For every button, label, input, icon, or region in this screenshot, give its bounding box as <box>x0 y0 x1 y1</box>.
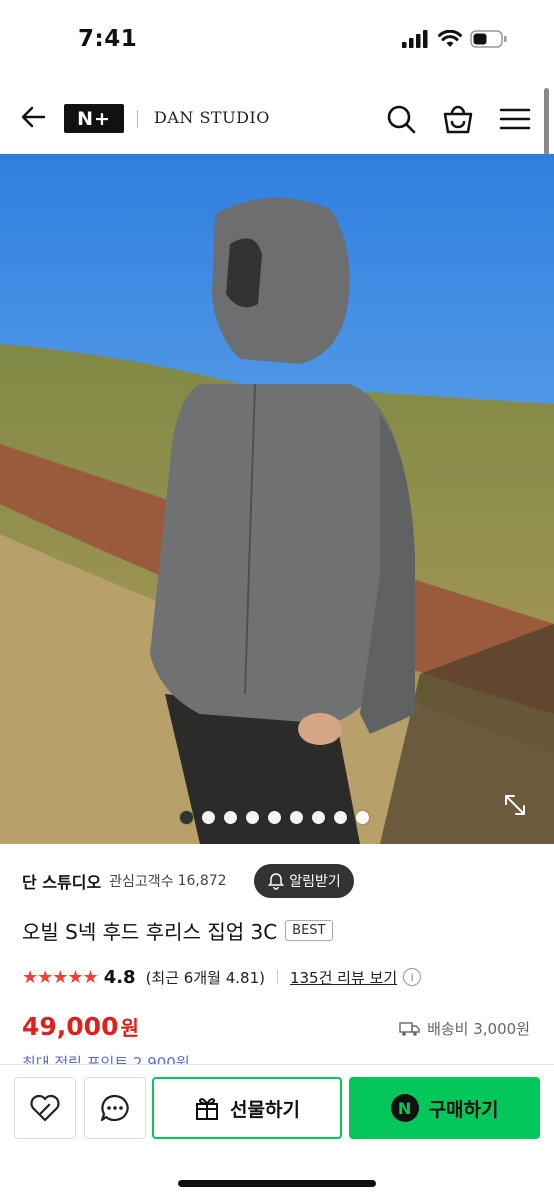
status-bar: 7:41 <box>0 0 554 84</box>
wishlist-button[interactable] <box>14 1077 76 1139</box>
gallery-dot[interactable] <box>334 811 347 824</box>
wifi-icon <box>438 30 462 47</box>
recent-rating: (최근 6개월 4.81) <box>145 968 265 987</box>
fans-count: 16,872 <box>177 873 227 889</box>
menu-icon[interactable] <box>498 102 532 136</box>
price-unit: 원 <box>120 1016 139 1040</box>
review-link[interactable]: 135건 리뷰 보기 <box>290 967 397 988</box>
logo-divider <box>137 110 138 128</box>
battery-icon <box>470 30 507 48</box>
chat-icon <box>100 1094 129 1122</box>
app-header: N+ DAN STUDIO <box>0 84 554 154</box>
gift-label: 선물하기 <box>230 1098 300 1121</box>
gallery-dot[interactable] <box>268 811 281 824</box>
expand-icon[interactable] <box>502 792 528 818</box>
brand-logo[interactable]: DAN STUDIO <box>154 108 270 127</box>
price-row: 49,000 원 <box>22 1012 139 1041</box>
best-badge: BEST <box>285 920 333 941</box>
title-row: 오빌 S넥 후드 후리스 집업 3C BEST <box>22 916 333 945</box>
gallery-dot[interactable] <box>180 811 193 824</box>
gallery-pagination[interactable] <box>180 811 369 824</box>
price: 49,000 <box>22 1012 119 1041</box>
rating-divider <box>276 970 278 984</box>
nplus-logo[interactable]: N+ <box>64 104 124 133</box>
gallery-dot[interactable] <box>202 811 215 824</box>
rating-value: 4.8 <box>103 966 136 988</box>
gift-icon <box>196 1098 219 1120</box>
status-icons <box>402 30 508 48</box>
chat-button[interactable] <box>84 1077 146 1139</box>
truck-icon <box>399 1021 420 1036</box>
buy-button[interactable]: N 구매하기 <box>349 1077 540 1139</box>
alert-label: 알림받기 <box>289 874 341 890</box>
buy-label: 구매하기 <box>428 1098 499 1121</box>
rating-stars: ★★★★★ <box>22 966 99 988</box>
back-arrow-icon[interactable] <box>18 101 50 133</box>
gift-button[interactable]: 선물하기 <box>152 1077 342 1139</box>
rating-row: ★★★★★ 4.8 (최근 6개월 4.81) 135건 리뷰 보기 i <box>22 964 422 990</box>
product-photo <box>0 154 554 844</box>
gallery-dot[interactable] <box>224 811 237 824</box>
shipping-label: 배송비 3,000원 <box>427 1020 530 1038</box>
product-image[interactable] <box>0 154 554 844</box>
signal-icon <box>402 30 428 48</box>
store-row: 단 스튜디오 관심고객수 16,872 <box>22 866 227 896</box>
shipping-info[interactable]: 배송비 3,000원 <box>399 1018 530 1039</box>
bell-plus-icon <box>268 873 285 890</box>
shopping-bag-icon[interactable] <box>441 102 475 136</box>
gallery-dot[interactable] <box>290 811 303 824</box>
info-icon[interactable]: i <box>403 968 422 986</box>
home-indicator[interactable] <box>178 1180 376 1187</box>
points-info: 최대 적립 포인트 2,900원 <box>22 1054 190 1064</box>
heart-icon <box>30 1094 60 1122</box>
status-time: 7:41 <box>78 26 138 52</box>
alert-button[interactable]: 알림받기 <box>254 864 354 898</box>
gallery-dot[interactable] <box>246 811 259 824</box>
store-name[interactable]: 단 스튜디오 <box>22 869 101 893</box>
fans-label: 관심고객수 <box>109 874 174 890</box>
search-icon[interactable] <box>384 102 418 136</box>
gallery-dot[interactable] <box>356 811 369 824</box>
product-title: 오빌 S넥 후드 후리스 집업 3C <box>22 920 278 944</box>
npay-icon: N <box>390 1094 419 1122</box>
gallery-dot[interactable] <box>312 811 325 824</box>
